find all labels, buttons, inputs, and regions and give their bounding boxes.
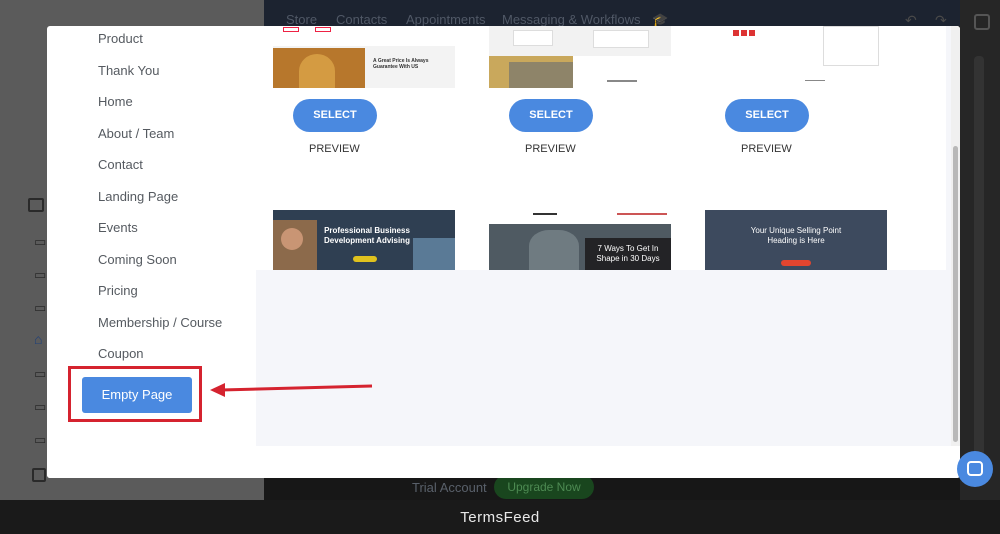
select-button[interactable]: SELECT [725, 99, 809, 132]
category-membership[interactable]: Membership / Course [98, 315, 222, 330]
chat-support-button[interactable] [957, 451, 993, 487]
template-card[interactable]: SELECT PREVIEW [489, 26, 671, 178]
thumbnail-photo-right [413, 238, 455, 270]
category-landing-page[interactable]: Landing Page [98, 189, 178, 204]
category-about-team[interactable]: About / Team [98, 126, 174, 141]
thumbnail-caption: A Great Price Is Always Guarantee With U… [373, 58, 429, 70]
thumbnail-social-box [733, 30, 739, 36]
thumbnail-social-box [741, 30, 747, 36]
category-product[interactable]: Product [98, 31, 143, 46]
category-coming-soon[interactable]: Coming Soon [98, 252, 177, 267]
thumbnail-box [823, 26, 879, 66]
template-card[interactable]: A Great Price Is Always Guarantee With U… [273, 26, 455, 178]
thumbnail-header [273, 26, 455, 46]
thumbnail-text-line [607, 80, 637, 82]
thumbnail-box [593, 30, 649, 48]
template-thumbnail[interactable]: Your Unique Selling Point Heading is Her… [705, 210, 887, 270]
background-top-nav: Store Contacts Appointments Messaging & … [264, 0, 1000, 27]
thumbnail-photo-hill [529, 230, 579, 270]
thumbnail-caption: Your Unique Selling Point Heading is Her… [750, 226, 842, 245]
template-picker-modal: Product Thank You Home About / Team Cont… [47, 26, 960, 478]
preview-link[interactable]: PREVIEW [741, 143, 792, 155]
preview-link[interactable]: PREVIEW [525, 143, 576, 155]
modal-footer [47, 446, 960, 478]
nav-tab-store[interactable]: Store [286, 12, 317, 27]
category-events[interactable]: Events [98, 220, 138, 235]
nav-tab-appointments[interactable]: Appointments [406, 12, 486, 27]
category-pricing[interactable]: Pricing [98, 283, 138, 298]
page-icon: ▭ [34, 267, 47, 282]
template-card[interactable]: SELECT PREVIEW [705, 26, 887, 178]
modal-scrollbar-thumb[interactable] [953, 146, 958, 442]
background-right-bar [960, 0, 1000, 500]
upgrade-now-button[interactable]: Upgrade Now [494, 475, 594, 499]
thumbnail-contact-line [617, 213, 667, 215]
template-thumbnail[interactable]: 7 Ways To Get In Shape in 30 Days [489, 210, 671, 270]
template-thumbnail [489, 26, 671, 88]
thumbnail-social-box [749, 30, 755, 36]
select-button[interactable]: SELECT [293, 99, 377, 132]
thumbnail-logo-line [533, 213, 557, 215]
thumbnail-tag [283, 27, 299, 32]
thumbnail-tag [315, 27, 331, 32]
background-footer: Trial Account Upgrade Now [264, 475, 960, 500]
trial-account-label: Trial Account [412, 480, 487, 495]
template-thumbnail[interactable]: Professional Business Development Advisi… [273, 210, 455, 270]
thumbnail-photo-person [299, 54, 335, 88]
folder-icon [28, 198, 44, 212]
nav-tab-messaging[interactable]: Messaging & Workflows [502, 12, 640, 27]
select-button[interactable]: SELECT [509, 99, 593, 132]
home-icon: ⌂ [34, 331, 43, 347]
page-icon: ▭ [34, 399, 47, 414]
page-icon: ▭ [34, 234, 47, 249]
page-icon: ▭ [34, 300, 47, 315]
template-thumbnail [705, 26, 887, 88]
thumbnail-cta [781, 260, 811, 266]
list-icon [32, 468, 46, 482]
apps-grid-icon[interactable] [974, 14, 990, 30]
category-home[interactable]: Home [98, 94, 133, 109]
thumbnail-caption: 7 Ways To Get In Shape in 30 Days [596, 244, 660, 263]
thumbnail-photo-face [281, 228, 303, 250]
chat-bubble-icon [967, 461, 983, 476]
video-caption-bar: TermsFeed [0, 500, 1000, 534]
thumbnail-photo-cliff [509, 62, 573, 88]
caption-text: TermsFeed [460, 509, 540, 526]
thumbnail-caption: Professional Business Development Advisi… [324, 226, 410, 245]
thumbnail-cta [353, 256, 377, 262]
template-thumbnail: A Great Price Is Always Guarantee With U… [273, 26, 455, 88]
category-thank-you[interactable]: Thank You [98, 63, 159, 78]
preview-link[interactable]: PREVIEW [309, 143, 360, 155]
thumbnail-text-line [805, 80, 825, 81]
category-coupon[interactable]: Coupon [98, 346, 144, 361]
background-scrollbar [974, 56, 984, 456]
page-icon: ▭ [34, 366, 47, 381]
category-contact[interactable]: Contact [98, 157, 143, 172]
empty-page-button[interactable]: Empty Page [82, 377, 192, 413]
nav-tab-contacts[interactable]: Contacts [336, 12, 387, 27]
page-icon: ▭ [34, 432, 47, 447]
thumbnail-box [513, 30, 553, 46]
annotation-arrow-icon [210, 383, 373, 397]
